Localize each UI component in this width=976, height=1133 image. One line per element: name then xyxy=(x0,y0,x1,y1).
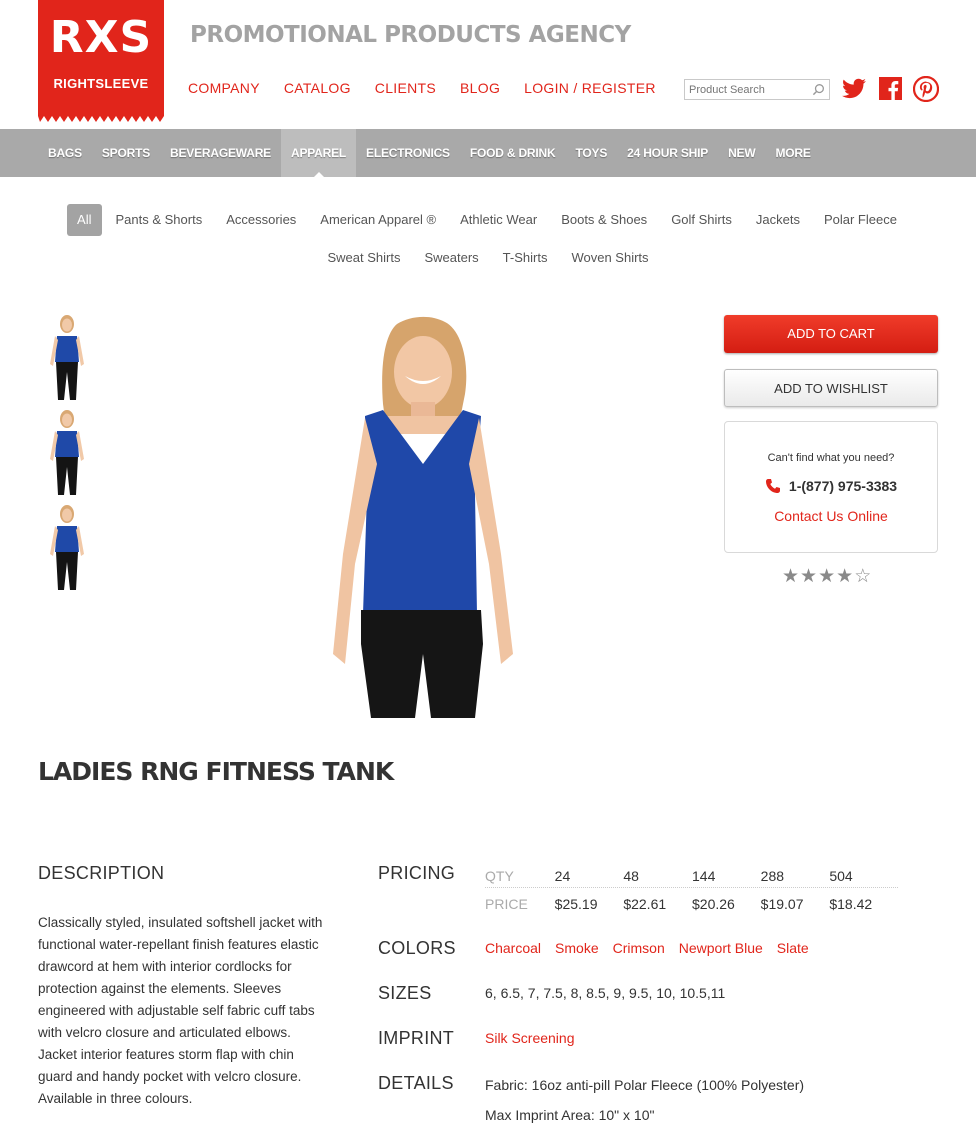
details-heading: DETAILS xyxy=(378,1073,454,1093)
category-beverageware[interactable]: BEVERAGEWARE xyxy=(160,129,281,177)
facebook-icon[interactable] xyxy=(879,77,902,100)
subcat-accessories[interactable]: Accessories xyxy=(214,204,308,236)
sizes-heading: SIZES xyxy=(378,983,432,1003)
color-option-slate[interactable]: Slate xyxy=(777,940,809,956)
agency-tagline: PROMOTIONAL PRODUCTS AGENCY xyxy=(190,22,631,48)
category-apparel[interactable]: APPAREL xyxy=(280,129,357,178)
subcat-sweat-shirts[interactable]: Sweat Shirts xyxy=(315,242,412,274)
detail-imprint-area: Max Imprint Area: 10" x 10" xyxy=(485,1107,655,1123)
logo-mark: RXS xyxy=(49,12,153,63)
star-icon: ★ xyxy=(818,566,836,587)
nav-catalog[interactable]: CATALOG xyxy=(284,80,351,96)
color-option-newport-blue[interactable]: Newport Blue xyxy=(679,940,763,956)
logo-wordmark: RIGHTSLEEVE xyxy=(53,76,149,91)
price-cell: $22.61 xyxy=(623,896,667,912)
pricing-heading: PRICING xyxy=(378,863,456,883)
category-food-drink[interactable]: FOOD & DRINK xyxy=(460,129,566,177)
description-heading: DESCRIPTION xyxy=(38,863,165,883)
category-bags[interactable]: BAGS xyxy=(38,129,92,177)
price-cell: $25.19 xyxy=(554,896,598,912)
colors-heading: COLORS xyxy=(378,938,456,958)
category-24-hour-ship[interactable]: 24 HOUR SHIP xyxy=(617,129,718,177)
product-main-image xyxy=(333,316,513,718)
qty-cell: 504 xyxy=(829,868,853,884)
nav-company[interactable]: COMPANY xyxy=(188,80,260,96)
top-nav: COMPANY CATALOG CLIENTS BLOG LOGIN / REG… xyxy=(188,80,656,96)
product-thumbnail[interactable] xyxy=(44,407,90,495)
logo-zigzag-edge xyxy=(38,114,164,122)
subcat-jackets[interactable]: Jackets xyxy=(744,204,812,236)
price-cell: $19.07 xyxy=(760,896,804,912)
product-title: LADIES RNG FITNESS TANK xyxy=(38,757,394,786)
qty-cell: 48 xyxy=(623,868,639,884)
sizes-list: 6, 6.5, 7, 7.5, 8, 8.5, 9, 9.5, 10, 10.5… xyxy=(485,985,726,1001)
star-icon: ★ xyxy=(782,566,800,587)
details-list: Fabric: 16oz anti-pill Polar Fleece (100… xyxy=(485,1075,804,1125)
contact-us-link[interactable]: Contact Us Online xyxy=(725,508,937,524)
pinterest-icon[interactable] xyxy=(913,76,939,102)
price-cell: $20.26 xyxy=(692,896,735,912)
subcat-pants-shorts[interactable]: Pants & Shorts xyxy=(104,204,215,236)
color-option-smoke[interactable]: Smoke xyxy=(555,940,599,956)
qty-row: QTY 24 48 144 288 504 xyxy=(485,864,898,888)
search-icon[interactable] xyxy=(812,83,825,96)
nav-clients[interactable]: CLIENTS xyxy=(375,80,436,96)
category-sports[interactable]: SPORTS xyxy=(92,129,160,177)
subcat-t-shirts[interactable]: T-Shirts xyxy=(491,242,560,274)
qty-label: QTY xyxy=(485,868,514,884)
qty-cell: 288 xyxy=(760,868,785,884)
imprint-heading: IMPRINT xyxy=(378,1028,455,1048)
star-icon: ★ xyxy=(800,566,818,587)
category-new[interactable]: NEW xyxy=(718,129,765,177)
nav-login-register[interactable]: LOGIN / REGISTER xyxy=(524,80,656,96)
subcat-athletic-wear[interactable]: Athletic Wear xyxy=(448,204,549,236)
subcat-sweaters[interactable]: Sweaters xyxy=(412,242,490,274)
add-to-wishlist-button[interactable]: ADD TO WISHLIST xyxy=(724,369,938,407)
subcat-woven-shirts[interactable]: Woven Shirts xyxy=(559,242,660,274)
brand-logo[interactable]: RXS RIGHTSLEEVE xyxy=(38,0,164,122)
twitter-icon[interactable] xyxy=(841,76,867,102)
color-option-crimson[interactable]: Crimson xyxy=(613,940,665,956)
help-phone[interactable]: 1-(877) 975-3383 xyxy=(725,478,937,494)
price-cell: $18.42 xyxy=(829,896,873,912)
help-box: Can't find what you need? 1-(877) 975-33… xyxy=(724,421,938,553)
category-bar: BAGS SPORTS BEVERAGEWARE APPAREL ELECTRO… xyxy=(0,129,976,178)
nav-blog[interactable]: BLOG xyxy=(460,80,500,96)
star-outline-icon: ☆ xyxy=(854,566,872,587)
subcat-golf-shirts[interactable]: Golf Shirts xyxy=(659,204,744,236)
color-options: Charcoal Smoke Crimson Newport Blue Slat… xyxy=(485,940,809,956)
phone-number: 1-(877) 975-3383 xyxy=(788,478,898,494)
detail-fabric: Fabric: 16oz anti-pill Polar Fleece (100… xyxy=(485,1077,805,1093)
price-label: PRICE xyxy=(485,896,528,912)
product-search xyxy=(684,79,830,100)
imprint-method-link[interactable]: Silk Screening xyxy=(485,1030,575,1046)
price-row: PRICE $25.19 $22.61 $20.26 $19.07 $18.42 xyxy=(485,892,898,916)
rating-stars[interactable]: ★ ★ ★ ★ ☆ xyxy=(782,567,871,587)
star-icon: ★ xyxy=(836,566,854,587)
help-question: Can't find what you need? xyxy=(767,452,895,464)
subcat-polar-fleece[interactable]: Polar Fleece xyxy=(812,204,909,236)
add-to-cart-button[interactable]: ADD TO CART xyxy=(724,315,938,353)
subcategory-filters: All Pants & Shorts Accessories American … xyxy=(38,204,938,274)
search-input[interactable] xyxy=(685,80,805,100)
qty-cell: 144 xyxy=(692,868,716,884)
phone-icon xyxy=(765,479,780,493)
subcat-boots-shoes[interactable]: Boots & Shoes xyxy=(549,204,659,236)
qty-cell: 24 xyxy=(554,868,571,884)
subcat-american-apparel[interactable]: American Apparel ® xyxy=(308,204,448,236)
category-electronics[interactable]: ELECTRONICS xyxy=(356,129,460,177)
pricing-table: QTY 24 48 144 288 504 PRICE $25.19 $22.6… xyxy=(485,864,898,916)
description-text: Classically styled, insulated softshell … xyxy=(38,915,323,1106)
category-toys[interactable]: TOYS xyxy=(565,129,617,177)
color-option-charcoal[interactable]: Charcoal xyxy=(485,940,541,956)
product-thumbnail[interactable] xyxy=(44,312,90,400)
subcat-all[interactable]: All xyxy=(67,204,102,236)
category-more[interactable]: MORE xyxy=(766,129,821,177)
product-thumbnail[interactable] xyxy=(44,502,90,590)
